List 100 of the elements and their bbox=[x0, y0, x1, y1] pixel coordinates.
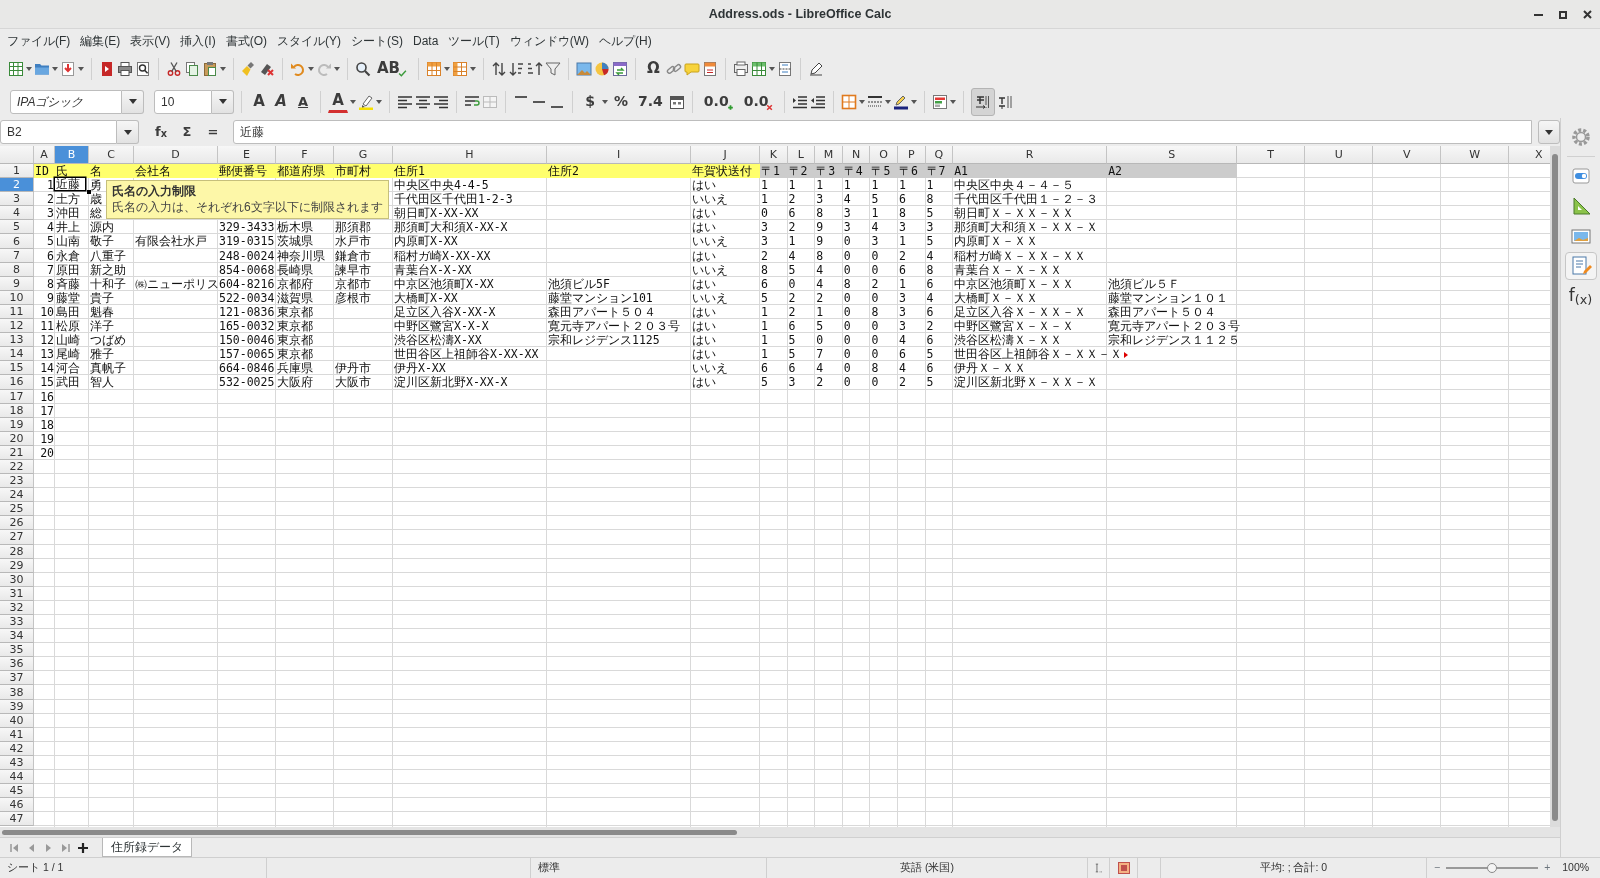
borders-icon[interactable] bbox=[841, 93, 858, 110]
image-icon[interactable] bbox=[576, 60, 593, 77]
row-header[interactable]: 1 bbox=[0, 164, 34, 179]
caret-icon[interactable] bbox=[470, 66, 477, 71]
menu-item[interactable]: Data bbox=[408, 31, 444, 50]
row-header[interactable]: 35 bbox=[0, 643, 34, 658]
row-header[interactable]: 27 bbox=[0, 530, 34, 545]
column-header[interactable]: H bbox=[393, 146, 547, 164]
column-header[interactable]: D bbox=[134, 146, 218, 164]
pdf-icon[interactable] bbox=[99, 60, 115, 77]
search-icon[interactable] bbox=[355, 60, 371, 77]
row-header[interactable]: 3 bbox=[0, 192, 34, 207]
page-header-icon[interactable] bbox=[701, 60, 718, 77]
align-right-icon[interactable] bbox=[433, 93, 449, 110]
row-header[interactable]: 46 bbox=[0, 798, 34, 813]
caret-icon[interactable] bbox=[123, 129, 132, 135]
row-header[interactable]: 6 bbox=[0, 234, 34, 249]
delete-decimal-button[interactable]: 0.0 bbox=[739, 88, 778, 115]
zoom-out-button[interactable]: − bbox=[1434, 860, 1441, 876]
fill-handle[interactable] bbox=[87, 190, 91, 195]
zoom-in-button[interactable]: + bbox=[1544, 860, 1551, 876]
sort-ascending-icon[interactable] bbox=[509, 60, 526, 77]
dropdown-button[interactable] bbox=[117, 120, 139, 144]
scissors-icon[interactable] bbox=[166, 60, 182, 77]
scrollbar-thumb[interactable] bbox=[2, 830, 737, 835]
menu-item[interactable]: ファイル(F) bbox=[2, 31, 76, 50]
caret-icon[interactable] bbox=[911, 99, 918, 104]
caret-icon[interactable] bbox=[308, 66, 314, 71]
menu-item[interactable]: ウィンドウ(W) bbox=[504, 31, 594, 50]
menu-item[interactable]: 編集(E) bbox=[75, 31, 126, 50]
column-header[interactable]: Q bbox=[925, 146, 954, 164]
column-header[interactable]: U bbox=[1305, 146, 1374, 164]
bold-button[interactable]: A bbox=[249, 88, 269, 115]
row-header[interactable]: 16 bbox=[0, 375, 34, 390]
text-direction-button[interactable] bbox=[971, 87, 996, 116]
column-header[interactable]: I bbox=[547, 146, 691, 164]
name-box[interactable]: B2 bbox=[0, 120, 117, 144]
insert-columns-icon[interactable] bbox=[452, 60, 469, 77]
column-header[interactable]: A bbox=[34, 146, 55, 164]
row-header[interactable]: 37 bbox=[0, 671, 34, 686]
highlighter-icon[interactable] bbox=[358, 93, 374, 110]
number-format-button[interactable]: 7.4 bbox=[634, 88, 667, 115]
decrease-indent-icon[interactable] bbox=[810, 93, 827, 110]
menu-item[interactable]: ヘルプ(H) bbox=[594, 31, 657, 50]
add-decimal-button[interactable]: 0.0 bbox=[699, 88, 738, 115]
caret-icon[interactable] bbox=[444, 66, 451, 71]
pie-chart-icon[interactable] bbox=[594, 60, 611, 77]
caret-icon[interactable] bbox=[52, 66, 58, 71]
caret-icon[interactable] bbox=[220, 66, 226, 71]
date-format-icon[interactable] bbox=[668, 93, 685, 110]
italic-button[interactable]: A bbox=[271, 88, 291, 115]
add-sheet-icon[interactable] bbox=[78, 842, 88, 853]
column-header[interactable]: K bbox=[760, 146, 788, 164]
print-preview-icon[interactable] bbox=[135, 60, 151, 77]
column-header[interactable]: E bbox=[218, 146, 276, 164]
menu-item[interactable]: 挿入(I) bbox=[175, 31, 221, 50]
printer-icon[interactable] bbox=[117, 60, 133, 77]
download-icon[interactable] bbox=[60, 60, 76, 77]
row-header[interactable]: 26 bbox=[0, 516, 34, 531]
sort-icon[interactable] bbox=[491, 60, 508, 77]
caret-icon[interactable] bbox=[26, 66, 32, 71]
column-header[interactable]: P bbox=[897, 146, 926, 164]
row-header[interactable]: 47 bbox=[0, 812, 34, 827]
dropdown-button[interactable] bbox=[122, 89, 144, 114]
column-header[interactable]: F bbox=[276, 146, 334, 164]
menu-item[interactable]: シート(S) bbox=[346, 31, 408, 50]
row-header[interactable]: 24 bbox=[0, 488, 34, 503]
caret-icon[interactable] bbox=[78, 66, 84, 71]
formula-input[interactable]: 近藤 bbox=[233, 120, 1533, 144]
column-header[interactable]: O bbox=[870, 146, 898, 164]
split-window-icon[interactable] bbox=[776, 60, 793, 77]
row-header[interactable]: 15 bbox=[0, 361, 34, 376]
sort-descending-icon[interactable] bbox=[527, 60, 544, 77]
freeze-rows-icon[interactable] bbox=[750, 60, 767, 77]
row-header[interactable]: 25 bbox=[0, 502, 34, 517]
functions-button[interactable]: f$_{(x)}$ bbox=[1564, 282, 1597, 310]
column-header[interactable]: W bbox=[1441, 146, 1510, 164]
column-header[interactable]: C bbox=[89, 146, 134, 164]
align-left-icon[interactable] bbox=[397, 93, 413, 110]
special-character-button[interactable]: Ω bbox=[643, 55, 664, 82]
row-header[interactable]: 5 bbox=[0, 220, 34, 235]
sheet-tab[interactable]: 住所録データ bbox=[102, 838, 192, 857]
caret-icon[interactable] bbox=[1545, 129, 1554, 135]
scrollbar-thumb[interactable] bbox=[1552, 154, 1558, 821]
menu-item[interactable]: スタイル(Y) bbox=[272, 31, 346, 50]
column-header[interactable]: N bbox=[842, 146, 871, 164]
print-area-icon[interactable] bbox=[732, 60, 749, 77]
caret-icon[interactable] bbox=[950, 99, 957, 104]
column-header[interactable]: M bbox=[815, 146, 843, 164]
caret-icon[interactable] bbox=[768, 66, 775, 71]
formula-button[interactable]: = bbox=[203, 119, 223, 145]
menu-item[interactable]: ツール(T) bbox=[443, 31, 505, 50]
sum-button[interactable]: Σ bbox=[177, 119, 197, 145]
caret-icon[interactable] bbox=[128, 99, 137, 104]
conditional-format-icon[interactable] bbox=[932, 93, 949, 110]
caret-icon[interactable] bbox=[602, 99, 608, 104]
caret-icon[interactable] bbox=[859, 99, 866, 104]
slider-thumb[interactable] bbox=[1487, 863, 1498, 873]
active-cell[interactable]: 近藤 bbox=[55, 178, 85, 191]
row-header[interactable]: 13 bbox=[0, 333, 34, 348]
